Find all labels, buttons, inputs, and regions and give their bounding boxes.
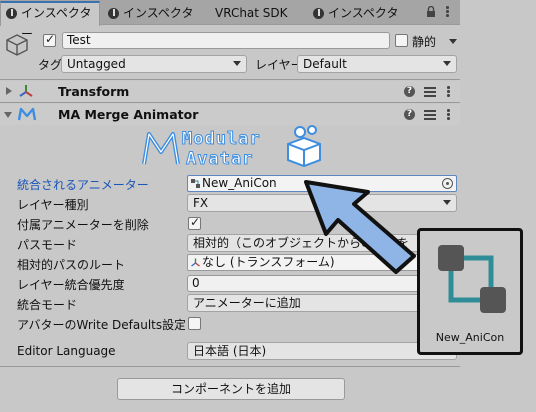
layer-value: Default bbox=[303, 57, 347, 71]
layer-type-label: レイヤー種別 bbox=[17, 198, 89, 212]
transform-axis-icon bbox=[19, 85, 33, 97]
layer-dropdown[interactable]: Default bbox=[297, 55, 457, 73]
animator-value: New_AniCon bbox=[202, 176, 277, 190]
tag-value: Untagged bbox=[67, 57, 126, 71]
tag-dropdown[interactable]: Untagged bbox=[61, 55, 247, 73]
component-menu-icon[interactable] bbox=[447, 109, 450, 120]
tag-label: タグ bbox=[38, 58, 63, 72]
add-component-button[interactable]: コンポーネントを追加 bbox=[117, 378, 345, 400]
transform-axis-icon bbox=[191, 258, 200, 267]
editor-language-label: Editor Language bbox=[17, 344, 116, 358]
tab-inspector-3[interactable]: インスペクター bbox=[308, 3, 408, 41]
layer-priority-label: レイヤー統合優先度 bbox=[17, 278, 125, 292]
tab-vrchat-sdk[interactable]: VRChat SDK bbox=[207, 3, 302, 25]
presets-sliders-icon[interactable] bbox=[424, 86, 436, 97]
divider bbox=[0, 366, 460, 367]
info-icon bbox=[108, 8, 119, 19]
layer-type-value: FX bbox=[193, 196, 209, 210]
relative-root-label: 相対的パスのルート bbox=[17, 258, 126, 272]
animator-controller-asset-icon bbox=[438, 245, 506, 313]
tab-inspector-1[interactable]: インスペクター bbox=[0, 1, 100, 41]
tab-label: VRChat SDK bbox=[215, 6, 288, 20]
logo-line2: Avatar bbox=[186, 149, 253, 169]
merge-animator-component-header[interactable]: MA Merge Animator ? bbox=[0, 104, 460, 125]
object-name-field[interactable]: Test bbox=[62, 32, 390, 49]
delete-attached-checkbox[interactable] bbox=[188, 215, 201, 230]
inspector-window: インスペクター インスペクター VRChat SDK インスペクター Test … bbox=[0, 0, 536, 412]
merge-mode-label: 統合モード bbox=[17, 298, 78, 312]
layer-label: レイヤー bbox=[255, 58, 303, 72]
info-icon bbox=[6, 8, 17, 19]
divider bbox=[0, 79, 460, 80]
active-checkbox[interactable] bbox=[43, 32, 56, 47]
tab-inspector-2[interactable]: インスペクター bbox=[103, 3, 203, 41]
lock-icon[interactable] bbox=[426, 6, 436, 18]
tab-bar: インスペクター インスペクター VRChat SDK インスペクター bbox=[0, 0, 460, 41]
write-defaults-label: アバターのWrite Defaults設定に合 bbox=[17, 318, 185, 332]
merge-mode-value: アニメーターに追加 bbox=[193, 296, 301, 310]
animator-label: 統合されるアニメーター bbox=[17, 178, 149, 192]
static-checkbox[interactable] bbox=[395, 34, 408, 47]
chevron-down-icon bbox=[443, 61, 451, 66]
foldout-expanded-icon[interactable] bbox=[4, 112, 12, 118]
info-icon bbox=[313, 8, 324, 19]
transform-title: Transform bbox=[58, 84, 130, 99]
delete-attached-label: 付属アニメーターを削除 bbox=[17, 218, 149, 232]
animator-controller-icon bbox=[191, 179, 200, 188]
path-mode-label: パスモード bbox=[17, 238, 78, 252]
help-icon[interactable]: ? bbox=[404, 86, 415, 97]
logo-box-icon bbox=[287, 125, 321, 168]
logo-line1: Modular bbox=[182, 129, 261, 149]
divider bbox=[0, 102, 460, 103]
asset-label: New_AniCon bbox=[435, 331, 505, 344]
component-menu-icon[interactable] bbox=[447, 86, 450, 97]
presets-sliders-icon[interactable] bbox=[424, 109, 436, 120]
static-dropdown-caret-icon[interactable] bbox=[449, 39, 457, 44]
static-label: 静的 bbox=[412, 35, 437, 49]
transform-component-header[interactable]: Transform ? bbox=[0, 81, 460, 102]
editor-language-value: 日本語 (日本) bbox=[193, 344, 267, 358]
chevron-down-icon bbox=[233, 61, 241, 66]
modular-avatar-m-icon bbox=[18, 107, 36, 121]
help-icon[interactable]: ? bbox=[404, 109, 415, 120]
write-defaults-checkbox[interactable] bbox=[188, 317, 201, 330]
more-menu-icon[interactable] bbox=[446, 6, 449, 17]
merge-animator-title: MA Merge Animator bbox=[58, 107, 199, 122]
gameobject-cube-icon bbox=[6, 34, 28, 56]
modular-avatar-logo: Modular Avatar bbox=[142, 125, 321, 170]
foldout-collapsed-icon[interactable] bbox=[6, 87, 12, 95]
animator-controller-asset-preview: New_AniCon bbox=[417, 228, 523, 355]
